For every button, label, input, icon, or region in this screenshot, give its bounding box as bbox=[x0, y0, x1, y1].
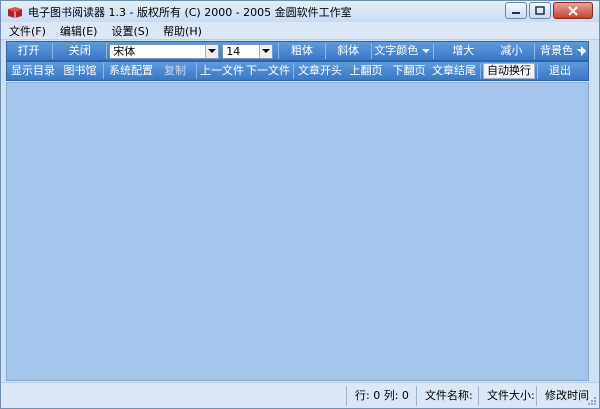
open-button[interactable]: 打开 bbox=[7, 42, 50, 60]
text-color-button[interactable]: 文字颜色 bbox=[374, 42, 431, 60]
doc-start-button[interactable]: 文章开头 bbox=[296, 62, 344, 80]
close-icon bbox=[568, 5, 578, 16]
library-button[interactable]: 图书馆 bbox=[59, 62, 101, 80]
reading-area[interactable] bbox=[6, 82, 589, 381]
separator bbox=[534, 43, 535, 59]
separator bbox=[52, 43, 54, 59]
prev-file-button[interactable]: 上一文件 bbox=[199, 62, 245, 80]
main-toolbar: 打开 关闭 宋体 14 粗体 斜体 文字颜色 增大 减小 背景色 bbox=[6, 41, 589, 61]
close-file-button[interactable]: 关闭 bbox=[55, 42, 104, 60]
font-size-value: 14 bbox=[226, 44, 241, 58]
auto-wrap-toggle[interactable]: 自动换行 bbox=[483, 63, 535, 79]
navigation-toolbar: 显示目录 图书馆 系统配置 复制 上一文件 下一文件 文章开头 上翻页 下翻页 … bbox=[6, 61, 589, 81]
doc-end-button[interactable]: 文章结尾 bbox=[430, 62, 478, 80]
maximize-icon bbox=[535, 6, 545, 15]
italic-button[interactable]: 斜体 bbox=[328, 42, 369, 60]
minimize-button[interactable] bbox=[505, 2, 527, 19]
menu-edit[interactable]: 编辑(E) bbox=[58, 22, 100, 40]
page-up-button[interactable]: 上翻页 bbox=[344, 62, 388, 80]
next-file-button[interactable]: 下一文件 bbox=[245, 62, 291, 80]
font-size-select[interactable]: 14 bbox=[222, 43, 274, 59]
bold-button[interactable]: 粗体 bbox=[281, 42, 322, 60]
minimize-icon bbox=[512, 11, 520, 14]
page-down-button[interactable]: 下翻页 bbox=[388, 62, 430, 80]
row-col-status: 行: 0 列: 0 bbox=[346, 385, 416, 406]
separator bbox=[196, 63, 197, 79]
file-size-status: 文件大小: bbox=[478, 385, 536, 406]
separator bbox=[293, 63, 294, 79]
separator bbox=[537, 63, 538, 79]
toolbar-overflow-icon[interactable] bbox=[580, 44, 587, 58]
font-name-value: 宋体 bbox=[113, 45, 136, 58]
book-icon bbox=[7, 6, 23, 18]
separator bbox=[370, 43, 372, 59]
separator bbox=[432, 43, 434, 59]
copy-button[interactable]: 复制 bbox=[156, 62, 194, 80]
exit-button[interactable]: 退出 bbox=[540, 62, 580, 80]
resize-grip-icon[interactable] bbox=[587, 396, 597, 406]
status-bar: 行: 0 列: 0 文件名称: 文件大小: 修改时间 bbox=[1, 382, 599, 408]
menu-settings[interactable]: 设置(S) bbox=[109, 22, 151, 40]
chevron-down-icon bbox=[422, 49, 431, 53]
show-toc-button[interactable]: 显示目录 bbox=[7, 62, 59, 80]
chevron-down-icon[interactable] bbox=[205, 44, 219, 58]
close-button[interactable] bbox=[553, 2, 593, 19]
separator bbox=[106, 43, 108, 59]
window-title: 电子图书阅读器 1.3 - 版权所有 (C) 2000 - 2005 金圆软件工… bbox=[28, 5, 352, 19]
menu-bar: 文件(F) 编辑(E) 设置(S) 帮助(H) bbox=[1, 22, 599, 40]
text-color-label: 文字颜色 bbox=[374, 44, 419, 57]
chevron-down-icon[interactable] bbox=[259, 44, 273, 58]
menu-file[interactable]: 文件(F) bbox=[7, 22, 48, 40]
separator bbox=[324, 43, 326, 59]
font-name-select[interactable]: 宋体 bbox=[109, 43, 220, 59]
file-name-status: 文件名称: bbox=[416, 385, 478, 406]
menu-help[interactable]: 帮助(H) bbox=[161, 22, 204, 40]
bg-color-label: 背景色 bbox=[540, 44, 574, 57]
system-config-button[interactable]: 系统配置 bbox=[106, 62, 156, 80]
separator bbox=[278, 43, 280, 59]
separator bbox=[480, 63, 481, 79]
app-window: 电子图书阅读器 1.3 - 版权所有 (C) 2000 - 2005 金圆软件工… bbox=[0, 0, 600, 409]
enlarge-button[interactable]: 增大 bbox=[436, 42, 491, 60]
shrink-button[interactable]: 减小 bbox=[491, 42, 532, 60]
separator bbox=[103, 63, 104, 79]
maximize-button[interactable] bbox=[529, 2, 551, 19]
title-bar[interactable]: 电子图书阅读器 1.3 - 版权所有 (C) 2000 - 2005 金圆软件工… bbox=[1, 1, 599, 22]
